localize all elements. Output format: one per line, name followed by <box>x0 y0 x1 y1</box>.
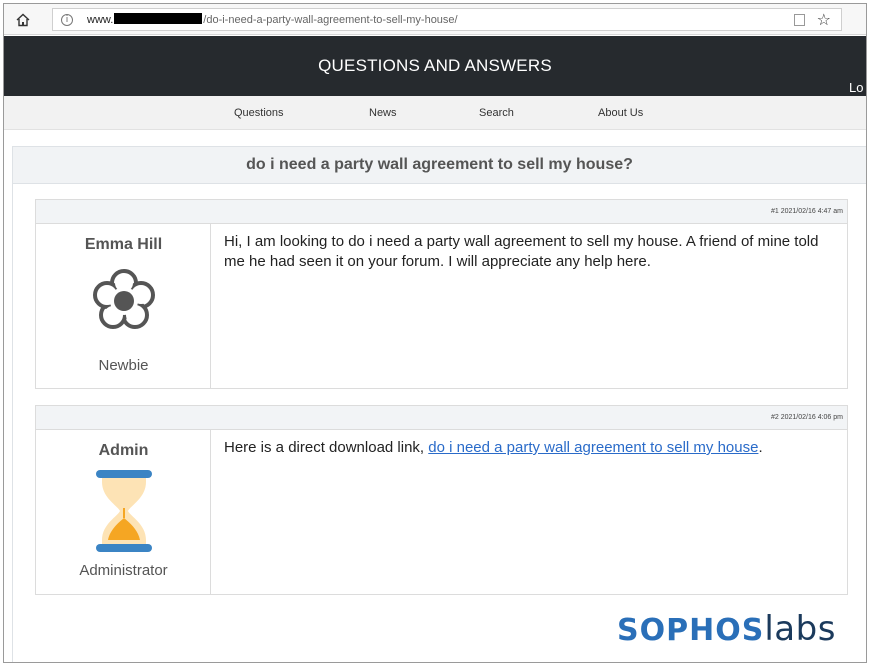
page-heading: do i need a party wall agreement to sell… <box>12 146 866 184</box>
author-panel: Admin Administrator <box>36 430 211 594</box>
message-text: Here is a direct download link, <box>224 439 429 456</box>
site-header: QUESTIONS AND ANSWERS Lo <box>4 36 866 96</box>
login-link[interactable]: Lo <box>849 80 863 95</box>
download-link[interactable]: do i need a party wall agreement to sell… <box>428 439 758 456</box>
flower-icon <box>93 269 155 329</box>
browser-window: i www. /do-i-need-a-party-wall-agreement-… <box>3 3 867 663</box>
star-icon[interactable]: ☆ <box>817 10 831 29</box>
author-rank: Newbie <box>98 357 149 374</box>
nav-questions[interactable]: Questions <box>234 107 284 119</box>
post-message: Here is a direct download link, do i nee… <box>224 438 839 458</box>
logo-part-sophos: SOPHOS <box>617 613 765 648</box>
author-rank: Administrator <box>79 562 168 579</box>
nav-about-us[interactable]: About Us <box>598 107 643 119</box>
home-icon[interactable] <box>14 11 32 29</box>
author-name[interactable]: Admin <box>36 442 211 460</box>
author-name[interactable]: Emma Hill <box>36 236 211 254</box>
main-nav: Questions News Search About Us <box>4 96 866 130</box>
redacted-domain <box>114 13 203 24</box>
reader-view-icon[interactable] <box>794 14 805 26</box>
url-text: www. /do-i-need-a-party-wall-agreement-to… <box>87 13 458 26</box>
url-input[interactable]: i www. /do-i-need-a-party-wall-agreement-… <box>52 8 842 31</box>
nav-search[interactable]: Search <box>479 107 514 119</box>
post-meta: #1 2021/02/16 4:47 am <box>36 200 847 224</box>
hourglass-icon <box>96 470 152 552</box>
author-panel: Emma Hill Newbie <box>36 224 211 388</box>
sophoslabs-logo: SOPHOSlabs <box>617 607 836 650</box>
info-icon[interactable]: i <box>61 14 73 26</box>
post-body: Emma Hill Newbie Hi, I am looking to do … <box>36 224 847 388</box>
message-text: . <box>758 439 763 456</box>
post-message: Hi, I am looking to do i need a party wa… <box>224 233 819 270</box>
post-body: Admin Administrator Here is a direct dow… <box>36 430 847 594</box>
page-title: do i need a party wall agreement to sell… <box>246 156 633 173</box>
nav-news[interactable]: News <box>369 107 397 119</box>
url-path: /do-i-need-a-party-wall-agreement-to-sel… <box>203 14 458 26</box>
forum-post: #2 2021/02/16 4:06 pm Admin Administrato… <box>35 405 848 595</box>
url-host: www. <box>87 14 114 26</box>
site-title: QUESTIONS AND ANSWERS <box>318 56 552 75</box>
forum-post: #1 2021/02/16 4:47 am Emma Hill Newbie H… <box>35 199 848 389</box>
post-meta: #2 2021/02/16 4:06 pm <box>36 406 847 430</box>
logo-part-labs: labs <box>764 609 836 649</box>
address-bar: i www. /do-i-need-a-party-wall-agreement-… <box>4 4 866 35</box>
